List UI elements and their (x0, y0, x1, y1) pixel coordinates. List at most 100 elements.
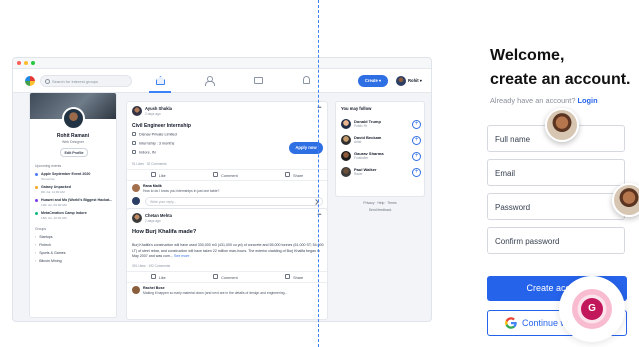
author-avatar[interactable] (132, 106, 142, 116)
comment-text: How to do I know you internships in just… (143, 189, 220, 193)
company-detail: Disnav Private Limited (132, 132, 177, 137)
close-dot[interactable] (17, 61, 21, 65)
clock-icon (132, 141, 136, 145)
divider (127, 169, 327, 170)
event-bullet-icon (35, 186, 38, 189)
email-field[interactable]: Email (487, 159, 625, 186)
login-link[interactable]: Login (577, 96, 597, 105)
mail-icon[interactable] (254, 77, 263, 84)
footer-links[interactable]: Privacy · Help · Terms (335, 201, 425, 205)
comment-author[interactable]: Rana Malik (143, 184, 162, 188)
group-item[interactable]: › Startups (35, 235, 53, 239)
google-icon (505, 317, 517, 329)
post-body: Burj Khalifa's construction will have us… (132, 243, 324, 259)
group-item[interactable]: › Sports & Games (35, 251, 66, 255)
event-bullet-icon (35, 199, 38, 202)
post-actions: Like Comment Share (127, 274, 327, 280)
post-time: 2 days ago (145, 219, 161, 223)
follow-add-icon[interactable]: + (412, 168, 421, 177)
active-tab-indicator (149, 91, 171, 93)
welcome-heading: Welcome, create an account. (490, 47, 631, 88)
search-icon (45, 79, 50, 84)
follow-suggestion: Donald Trump Public Fit + (341, 119, 421, 131)
create-button[interactable]: Create ▾ (358, 75, 388, 87)
window-titlebar (13, 58, 431, 69)
home-icon[interactable] (156, 76, 165, 85)
comment-text: Making it happen so early material down … (143, 291, 288, 295)
profile-subtitle: Web Designer (61, 140, 85, 144)
profile-card: Rohit Ramani Web Designer Edit Profile U… (29, 92, 117, 318)
divider (127, 271, 327, 272)
author-avatar[interactable] (132, 213, 142, 223)
event-bullet-icon (35, 173, 38, 176)
location-detail: Indore, IN (132, 150, 156, 155)
comment-author[interactable]: Rachel Bose (143, 286, 165, 290)
search-placeholder: Search for interest groups (52, 79, 99, 84)
edit-profile-button[interactable]: Edit Profile (60, 148, 88, 157)
minimize-dot[interactable] (24, 61, 28, 65)
post-stats[interactable]: 91 Likes · 32 Comments (132, 162, 167, 166)
follow-suggestion: David Beckam Artist + (341, 135, 421, 147)
post-title: How Burj Khalifa made? (132, 229, 197, 235)
google-account-avatar[interactable]: G (559, 276, 625, 342)
floating-avatar (545, 108, 579, 142)
app-logo-icon[interactable] (25, 76, 35, 86)
commenter-avatar[interactable] (132, 184, 140, 192)
comment-button[interactable]: Comment (213, 172, 237, 178)
post-actions: Like Comment Share (127, 172, 327, 178)
follow-suggestion: Gaurav Sharma Footballer + (341, 151, 421, 163)
my-avatar (132, 197, 140, 205)
canvas: Search for interest groups Create ▾ Rohi… (0, 0, 639, 347)
like-button[interactable]: Like (151, 172, 166, 178)
profile-avatar[interactable] (62, 107, 85, 130)
share-button[interactable]: Share (285, 172, 303, 178)
search-input[interactable]: Search for interest groups (40, 75, 132, 87)
upcoming-events-title: Upcoming events (35, 164, 62, 168)
follow-suggestion: Paul Walker Racer + (341, 167, 421, 179)
follow-title: You may follow (341, 106, 372, 111)
app-mockup-window: Search for interest groups Create ▾ Rohi… (12, 57, 432, 322)
share-button[interactable]: Share (285, 274, 303, 280)
divider (127, 180, 327, 181)
person-avatar[interactable] (341, 167, 351, 177)
person-avatar[interactable] (341, 151, 351, 161)
top-navbar: Search for interest groups Create ▾ Rohi… (13, 69, 431, 93)
event-bullet-icon (35, 212, 38, 215)
send-feedback-link[interactable]: Send feedback (335, 208, 425, 212)
user-menu[interactable]: Rohit ▾ (408, 78, 422, 83)
article-post-card: Chetan Mehta 2 days ago ••• How Burj Kha… (126, 208, 328, 320)
already-account-text: Already have an account? Login (490, 96, 598, 105)
group-item[interactable]: › Bitcoin Mining (35, 259, 62, 263)
follow-add-icon[interactable]: + (412, 120, 421, 129)
see-more-link[interactable]: See more (174, 254, 190, 258)
password-field[interactable]: Password (487, 193, 625, 220)
dashed-divider (318, 0, 319, 347)
reply-input[interactable]: Write your reply... (145, 197, 323, 206)
confirm-password-field[interactable]: Confirm password (487, 227, 625, 254)
post-author[interactable]: Chetan Mehta (145, 213, 172, 218)
post-time: 2 days ago (145, 112, 161, 116)
follow-add-icon[interactable]: + (412, 136, 421, 145)
building-icon (132, 132, 136, 136)
post-author[interactable]: Ayush Shukla (145, 106, 172, 111)
maximize-dot[interactable] (31, 61, 35, 65)
groups-title: Groups (35, 227, 47, 231)
post-stats[interactable]: 391 Likes · 192 Comments (132, 264, 170, 268)
commenter-avatar[interactable] (132, 286, 140, 294)
people-icon[interactable] (205, 76, 215, 86)
comment-button[interactable]: Comment (213, 274, 237, 280)
like-button[interactable]: Like (151, 274, 166, 280)
follow-add-icon[interactable]: + (412, 152, 421, 161)
divider (127, 282, 327, 283)
person-avatar[interactable] (341, 135, 351, 145)
account-initial: G (581, 298, 603, 320)
person-avatar[interactable] (341, 119, 351, 129)
post-title: Civil Engineer Internship (132, 123, 191, 129)
duration-detail: Internship : 3 months (132, 141, 174, 146)
bell-icon[interactable] (303, 76, 310, 84)
floating-avatar (612, 183, 639, 217)
profile-name: Rohit Ramani (56, 133, 90, 139)
group-item[interactable]: › Fintech (35, 243, 51, 247)
location-icon (132, 150, 136, 154)
user-avatar[interactable] (396, 76, 406, 86)
